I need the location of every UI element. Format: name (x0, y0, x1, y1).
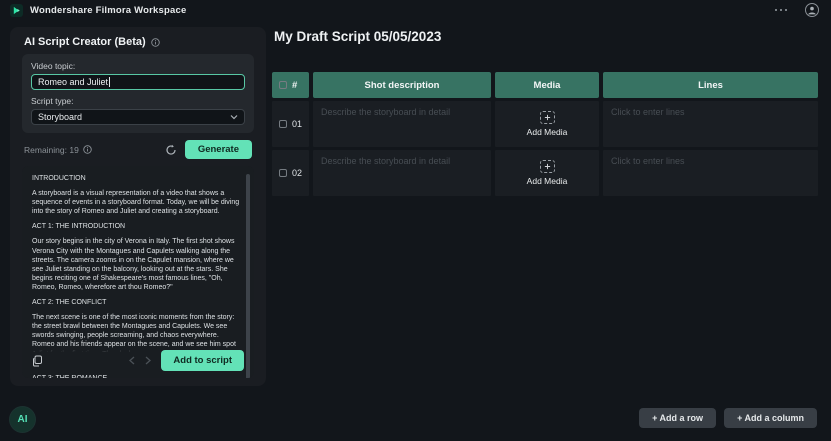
select-all-checkbox[interactable] (279, 81, 287, 89)
remaining-label: Remaining: 19 (24, 145, 79, 155)
script-paragraph: ACT 2: THE CONFLICT (32, 298, 240, 307)
add-media-cell[interactable]: Add Media (495, 101, 599, 147)
text-cursor (109, 77, 110, 87)
script-paragraph: Our story begins in the city of Verona i… (32, 237, 240, 292)
chevron-down-icon (230, 114, 238, 120)
page-title: My Draft Script 05/05/2023 (274, 29, 441, 44)
add-row-button[interactable]: + Add a row (639, 408, 716, 428)
top-bar: Wondershare Filmora Workspace (0, 0, 831, 20)
scrollbar[interactable] (246, 174, 250, 378)
header-number-label: # (292, 80, 297, 91)
next-page-icon[interactable] (145, 356, 151, 365)
lines-cell[interactable]: Click to enter lines (603, 101, 818, 147)
table-row: 02 Describe the storyboard in detail Add… (272, 150, 818, 196)
info-icon[interactable] (151, 38, 160, 47)
script-paragraph: ACT 3: THE ROMANCE (32, 374, 240, 378)
row-checkbox[interactable] (279, 120, 287, 128)
copy-icon[interactable] (32, 355, 43, 367)
header-lines: Lines (603, 72, 818, 98)
script-type-label: Script type: (31, 96, 245, 106)
row-checkbox[interactable] (279, 169, 287, 177)
topic-card: Video topic: Romeo and Juliet Script typ… (22, 54, 254, 133)
script-type-value: Storyboard (38, 112, 82, 122)
header-media: Media (495, 72, 599, 98)
shot-description-cell[interactable]: Describe the storyboard in detail (313, 101, 491, 147)
panel-title: AI Script Creator (Beta) (24, 36, 146, 48)
add-media-cell[interactable]: Add Media (495, 150, 599, 196)
row-number: 02 (292, 168, 302, 178)
script-paragraph: ACT 1: THE INTRODUCTION (32, 222, 240, 231)
app-title: Wondershare Filmora Workspace (30, 5, 186, 16)
add-media-icon (540, 111, 555, 124)
script-paragraph: A storyboard is a visual representation … (32, 189, 240, 216)
add-media-label: Add Media (527, 127, 568, 137)
row-number-cell: 01 (272, 101, 309, 147)
script-output-box[interactable]: INTRODUCTION A storyboard is a visual re… (22, 166, 254, 378)
add-media-label: Add Media (527, 176, 568, 186)
script-table: # Shot description Media Lines 01 Descri… (272, 72, 818, 196)
ai-assistant-badge[interactable]: AI (10, 407, 35, 432)
add-to-script-button[interactable]: Add to script (161, 350, 244, 371)
add-media-icon (540, 160, 555, 173)
row-number-cell: 02 (272, 150, 309, 196)
row-number: 01 (292, 119, 302, 129)
header-number-cell: # (272, 72, 309, 98)
add-column-button[interactable]: + Add a column (724, 408, 817, 428)
video-topic-input[interactable]: Romeo and Juliet (31, 74, 245, 90)
ai-script-creator-panel: AI Script Creator (Beta) Video topic: Ro… (10, 27, 266, 386)
shot-description-cell[interactable]: Describe the storyboard in detail (313, 150, 491, 196)
script-type-select[interactable]: Storyboard (31, 109, 245, 125)
prev-page-icon[interactable] (129, 356, 135, 365)
user-avatar[interactable] (805, 3, 819, 17)
filmora-logo-icon (10, 4, 23, 17)
header-shot-description: Shot description (313, 72, 491, 98)
table-row: 01 Describe the storyboard in detail Add… (272, 101, 818, 147)
info-icon[interactable] (83, 145, 92, 154)
generate-button[interactable]: Generate (185, 140, 252, 159)
video-topic-value: Romeo and Juliet (38, 77, 108, 87)
lines-cell[interactable]: Click to enter lines (603, 150, 818, 196)
table-header-row: # Shot description Media Lines (272, 72, 818, 98)
more-menu-icon[interactable] (773, 6, 790, 15)
video-topic-label: Video topic: (31, 61, 245, 71)
refresh-icon[interactable] (165, 144, 177, 156)
script-paragraph: INTRODUCTION (32, 174, 240, 183)
